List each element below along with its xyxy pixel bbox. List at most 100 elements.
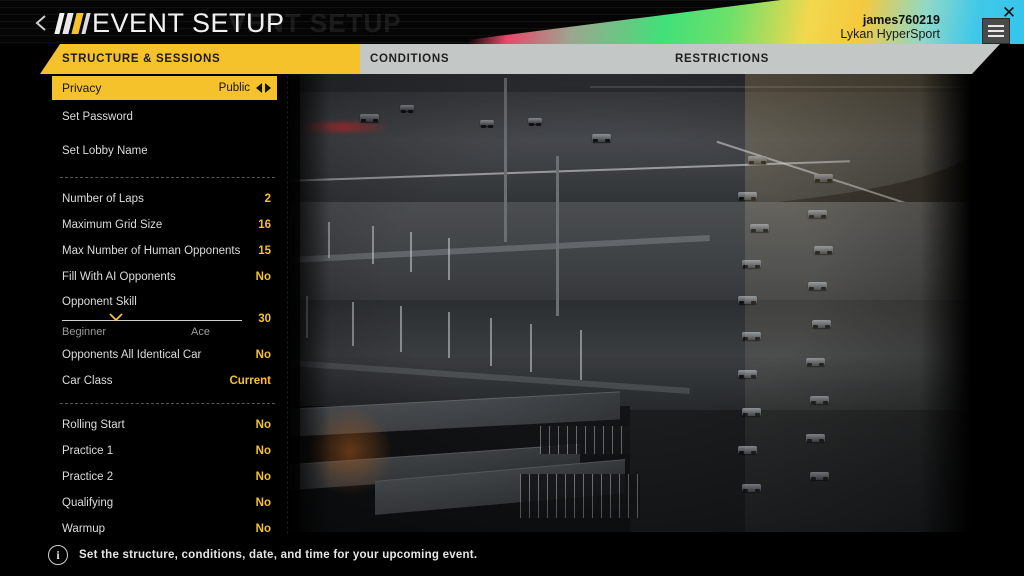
setting-row-set-lobby-name[interactable]: Set Lobby Name — [52, 134, 277, 168]
preview-light-pole — [504, 78, 507, 242]
event-setup-screen: EVENT SETUP EVENT SETUP james760219 Lyka… — [0, 0, 1024, 576]
back-chevron-icon[interactable] — [34, 14, 50, 32]
setting-label: Opponent Skill — [62, 296, 137, 308]
preview-fence-post — [490, 318, 492, 366]
setting-row-qualifying[interactable]: Qualifying No — [52, 490, 277, 516]
preview-fence-post — [306, 296, 308, 338]
setting-value: No — [255, 497, 271, 509]
preview-race-car — [400, 105, 414, 113]
preview-grid-car — [742, 332, 761, 340]
preview-track-line — [590, 86, 980, 88]
setting-row-practice-2[interactable]: Practice 2 No — [52, 464, 277, 490]
preview-grid-car — [812, 320, 831, 328]
preview-red-light-streak — [295, 122, 390, 132]
preview-lower-track — [290, 300, 980, 410]
setting-label: Warmup — [62, 523, 106, 535]
preview-orange-glow — [305, 404, 395, 499]
setting-label: Maximum Grid Size — [62, 219, 163, 231]
preview-fence-post — [448, 312, 450, 358]
preview-grid-car — [810, 472, 829, 480]
setting-label: Fill With AI Opponents — [62, 271, 176, 283]
setting-row-practice-1[interactable]: Practice 1 No — [52, 438, 277, 464]
app-header: EVENT SETUP EVENT SETUP james760219 Lyka… — [0, 0, 1024, 44]
slider-min-label: Beginner — [62, 326, 107, 338]
tab-structure-and-sessions[interactable]: STRUCTURE & SESSIONS — [40, 44, 360, 74]
setting-label: Privacy — [62, 81, 102, 95]
setting-label: Max Number of Human Opponents — [62, 245, 241, 257]
preview-fence-post — [328, 222, 330, 258]
setting-value: 15 — [258, 245, 271, 257]
setting-label: Rolling Start — [62, 419, 125, 431]
setting-value: No — [255, 523, 271, 535]
value-stepper-arrows[interactable] — [256, 83, 271, 93]
preview-grid-car — [806, 434, 825, 442]
project-cars-logo-icon — [54, 13, 91, 34]
preview-grid-car — [742, 484, 761, 492]
preview-race-car — [360, 114, 379, 122]
setting-value: No — [255, 419, 271, 431]
setting-value: 2 — [264, 193, 271, 205]
preview-fence-post — [580, 330, 582, 380]
user-info: james760219 Lykan HyperSport — [840, 13, 940, 41]
setting-row-fill-with-ai-opponents[interactable]: Fill With AI Opponents No — [52, 264, 277, 290]
setting-label: Opponents All Identical Car — [62, 349, 202, 361]
preview-grid-car — [738, 296, 757, 304]
setting-row-rolling-start[interactable]: Rolling Start No — [52, 412, 277, 438]
preview-grid-car — [810, 396, 829, 404]
setting-row-set-password[interactable]: Set Password — [52, 100, 277, 134]
tab-bar-inactive-group: CONDITIONS RESTRICTIONS — [355, 44, 1000, 74]
preview-building-windows — [520, 474, 640, 518]
setting-row-opponent-skill[interactable]: Opponent Skill 30 Beginner Ace — [52, 296, 277, 338]
preview-grid-car — [814, 174, 833, 182]
preview-grid-car — [738, 446, 757, 454]
preview-grid-car — [748, 156, 767, 164]
slider-handle-chevron-icon[interactable] — [109, 313, 123, 322]
preview-building-windows — [540, 426, 630, 454]
setting-row-privacy[interactable]: Privacy Public — [52, 76, 277, 100]
preview-grid-car — [808, 210, 827, 218]
preview-grid-car — [814, 246, 833, 254]
page-title: EVENT SETUP — [92, 8, 285, 38]
tab-restrictions[interactable]: RESTRICTIONS — [675, 44, 769, 74]
setting-value: No — [255, 271, 271, 283]
tab-conditions[interactable]: CONDITIONS — [370, 44, 449, 74]
preview-race-car — [592, 134, 611, 142]
setting-row-opponents-all-identical-car[interactable]: Opponents All Identical Car No — [52, 342, 277, 368]
setting-value: Public — [218, 82, 250, 94]
preview-fence-post — [410, 232, 412, 272]
slider-max-label: Ace — [191, 326, 210, 338]
tab-bar: CONDITIONS RESTRICTIONS STRUCTURE & SESS… — [0, 44, 1024, 74]
setting-label: Set Password — [62, 111, 133, 123]
setting-row-car-class[interactable]: Car Class Current — [52, 368, 277, 394]
setting-row-number-of-laps[interactable]: Number of Laps 2 — [52, 186, 277, 212]
setting-label: Number of Laps — [62, 193, 144, 205]
preview-race-car — [528, 118, 542, 126]
chevron-right-icon[interactable] — [265, 83, 271, 93]
setting-row-warmup[interactable]: Warmup No — [52, 516, 277, 542]
setting-value: No — [255, 349, 271, 361]
setting-row-maximum-grid-size[interactable]: Maximum Grid Size 16 — [52, 212, 277, 238]
user-name: james760219 — [862, 13, 940, 27]
chevron-left-icon[interactable] — [256, 83, 262, 93]
setting-label: Qualifying — [62, 497, 114, 509]
preview-grid-car — [738, 192, 757, 200]
preview-grid-car — [742, 408, 761, 416]
preview-fence-post — [530, 324, 532, 372]
setting-value: No — [255, 471, 271, 483]
close-icon[interactable]: ✕ — [998, 2, 1020, 22]
preview-fence-post — [448, 238, 450, 280]
group-divider — [60, 403, 275, 404]
opponent-skill-slider[interactable] — [62, 313, 242, 322]
setting-row-max-human-opponents[interactable]: Max Number of Human Opponents 15 — [52, 238, 277, 264]
settings-panel: Privacy Public Set Password Set Lobby Na… — [40, 76, 300, 535]
info-icon: i — [48, 545, 68, 565]
setting-value: No — [255, 445, 271, 457]
preview-grid-car — [750, 224, 769, 232]
preview-fence-post — [400, 306, 402, 352]
user-car: Lykan HyperSport — [840, 27, 940, 41]
preview-grid-car — [806, 358, 825, 366]
preview-fence-post — [352, 302, 354, 346]
track-preview-image — [290, 74, 980, 532]
group-divider — [60, 177, 275, 178]
preview-light-pole — [556, 156, 559, 316]
